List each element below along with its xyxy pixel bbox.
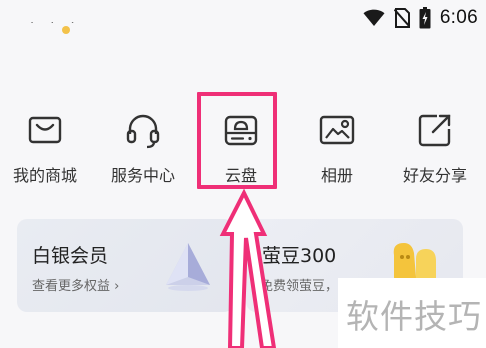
- headset-icon: [126, 114, 160, 149]
- menu-item-label: 服务中心: [110, 166, 175, 185]
- card-subtitle: 免费领萤豆，: [260, 279, 339, 294]
- menu-item-my-mall[interactable]: 我的商城: [0, 96, 90, 196]
- status-icons: 6:06: [363, 6, 478, 30]
- status-time: 6:06: [439, 7, 478, 28]
- menu-item-label: 我的商城: [12, 166, 77, 185]
- silver-member-card[interactable]: 白银会员 查看更多权益 ›: [17, 219, 234, 312]
- wifi-icon: [363, 9, 385, 26]
- card-title: 萤豆300: [262, 245, 337, 267]
- prism-icon: [166, 243, 210, 291]
- shop-bag-icon: [28, 116, 62, 144]
- menu-item-label: 好友分享: [402, 166, 467, 185]
- share-icon: [418, 114, 451, 147]
- card-title: 白银会员: [32, 245, 109, 267]
- highlight-box: [197, 92, 277, 189]
- menu-item-friend-share[interactable]: 好友分享: [390, 96, 480, 196]
- battery-icon: [419, 7, 431, 29]
- menu-item-label: 相册: [320, 166, 353, 185]
- status-bar: · · · · 6:06: [0, 0, 486, 36]
- view-benefits-link[interactable]: 查看更多权益 ›: [32, 275, 119, 294]
- photo-album-icon: [319, 115, 355, 145]
- menu-item-photo-album[interactable]: 相册: [292, 96, 382, 196]
- watermark-text: 软件技巧: [346, 297, 482, 336]
- menu-item-service-center[interactable]: 服务中心: [98, 96, 188, 196]
- no-sim-icon: [393, 8, 410, 28]
- partial-avatar-dot: [62, 26, 70, 34]
